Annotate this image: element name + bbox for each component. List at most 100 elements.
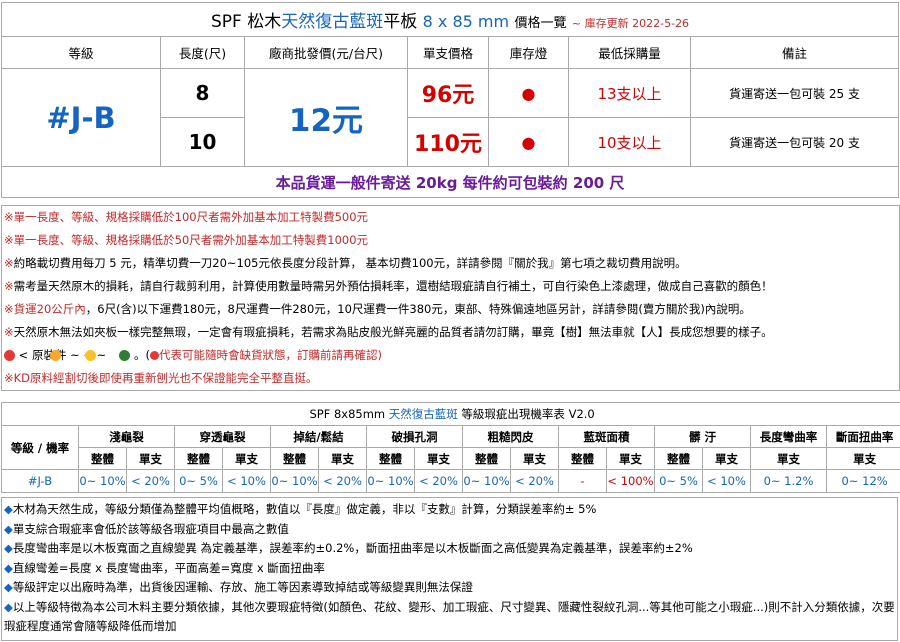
sub-single: 單支 xyxy=(825,447,900,470)
defect-cell: 0~ 5% xyxy=(174,469,223,493)
note-text: 單一長度、等級、規格採購低於100尺者需外加基本加工特製費500元 xyxy=(13,210,369,224)
note-mark: ※ xyxy=(4,279,14,293)
footer-note-text: 等級評定以出廠時為準，出貨後因運輸、存放、施工等因素導致掉結或等級變異則無法保證 xyxy=(12,580,473,594)
bullet-icon: ◆ xyxy=(4,541,13,555)
shipping-note: 本品貨運一般件寄送 20kg 每件約可包裝約 200 尺 xyxy=(0,166,900,198)
price-row-8: #J-B 8 12元 96元 ● 13支以上 貨運寄送一包可裝 25 支 xyxy=(1,68,900,167)
note-mark: ※ xyxy=(4,371,14,385)
note-text: 需考量天然原木的損耗，請自行裁剪利用，計算使用數量時需另外預估損耗率，還樹結瑕疵… xyxy=(13,279,773,293)
note-line: ※約略載切費用每刀 5 元，精準切費一刀20~105元依長度分段計算， 基本切費… xyxy=(2,252,899,275)
footer-note: ◆等級評定以出廠時為準，出貨後因運輸、存放、施工等因素導致掉結或等級變異則無法保… xyxy=(2,578,897,598)
sub-overall: 整體 xyxy=(654,447,703,470)
note-text: ，6尺(含)以下運費180元，8尺運費一件280元，10尺運費一件380元，東部… xyxy=(85,302,751,316)
note-line: ※天然原木無法如夾板一樣完整無瑕，一定會有瑕疵損耗，若需求為貼皮般光鮮亮麗的品質… xyxy=(2,321,899,344)
header-min-order: 最低採購量 xyxy=(568,36,691,69)
footer-note: ◆以上等級特徵為本公司木料主要分類依據，其他次要瑕疵特徵(如顏色、花紋、變形、加… xyxy=(2,598,897,637)
header-length: 長度(尺) xyxy=(160,36,245,69)
footer-note-text: 長度彎曲率是以木板寬面之直線變異 為定義基準，誤差率約±0.2%，斷面扭曲率是以… xyxy=(12,541,693,555)
footer-note-text: 木材為天然生成，等級分類僅為整體平均值概略，數值以『長度』做定義，非以『支數』計… xyxy=(12,502,597,516)
footer-note: ◆長度彎曲率是以木板寬面之直線變異 為定義基準，誤差率約±0.2%，斷面扭曲率是… xyxy=(2,539,897,559)
length-value: 8 xyxy=(160,68,245,118)
title-label: 價格一覽 xyxy=(514,16,567,31)
bullet-icon: ◆ xyxy=(4,599,13,614)
sub-single: 單支 xyxy=(606,447,655,470)
title-prefix: SPF 松木 xyxy=(211,12,282,32)
defect-subheader-row: 整體 單支 整體 單支 整體 單支 整體 單支 整體 單支 整體 單支 整體 單支 單支 單支 xyxy=(2,447,900,470)
legend-line: < 原裝件 ~ ~ ~ 。(代表可能隨時會缺貨狀態，訂購前請再確認) xyxy=(2,344,899,367)
defect-cell: < 100% xyxy=(606,469,655,493)
defect-cell: - xyxy=(558,469,607,493)
header-through-crack: 穿透龜裂 xyxy=(174,425,271,448)
sub-overall: 整體 xyxy=(462,447,511,470)
header-rough-grain: 粗糙閃皮 xyxy=(462,425,559,448)
bullet-icon: ◆ xyxy=(4,502,13,516)
header-dirt: 髒 汙 xyxy=(654,425,751,448)
header-grade: 等級 xyxy=(1,36,161,69)
price-table: SPF 松木天然復古藍斑平板 8 x 85 mm 價格一覽 ~ 庫存更新 202… xyxy=(0,2,900,198)
note-text: 天然原木無法如夾板一樣完整無瑕，一定會有瑕疵損耗，若需求為貼皮般光鮮亮麗的品質者… xyxy=(13,325,773,339)
note-line: ※需考量天然原木的損耗，請自行裁剪利用，計算使用數量時需另外預估損耗率，還樹結瑕… xyxy=(2,275,899,298)
header-light-crack: 淺龜裂 xyxy=(78,425,175,448)
sub-single: 單支 xyxy=(222,447,271,470)
red-dot-icon xyxy=(149,351,159,360)
legend-note-prefix: 。( xyxy=(133,348,150,362)
note-line: ※單一長度、等級、規格採購低於50尺者需外加基本加工特製費1000元 xyxy=(2,229,899,252)
defect-cell: < 20% xyxy=(318,469,367,493)
stock-indicator: ● xyxy=(488,117,569,167)
wholesale-price: 12元 xyxy=(244,68,408,167)
sub-overall: 整體 xyxy=(78,447,127,470)
note-mark: ※ xyxy=(4,325,14,339)
unit-price: 110元 xyxy=(407,117,489,167)
footer-note: ◆單支綜合瑕疵率會低於該等級各瑕疵項目中最高之數值 xyxy=(2,520,897,540)
note-line: ※貨運20公斤內，6尺(含)以下運費180元，8尺運費一件280元，10尺運費一… xyxy=(2,298,899,321)
footer-note-text: 直線彎差=長度 x 長度彎曲率，平面高差=寬度 x 斷面扭曲率 xyxy=(12,560,325,575)
header-blue-stain: 藍斑面積 xyxy=(558,425,655,448)
defect-grade: #J-B xyxy=(1,469,79,493)
defect-table-title: SPF 8x85mm 天然復古藍斑 等級瑕疵出現機率表 V2.0 xyxy=(0,402,900,426)
footer-note-text: 單支綜合瑕疵率會低於該等級各瑕疵項目中最高之數值 xyxy=(12,521,289,536)
sub-single: 單支 xyxy=(126,447,175,470)
note-mark: ※ xyxy=(4,233,14,247)
header-stock-light: 庫存燈 xyxy=(488,36,569,69)
footer-notes: ◆木材為天然生成，等級分類僅為整體平均值概略，數值以『長度』做定義，非以『支數』… xyxy=(1,497,898,641)
bullet-icon: ◆ xyxy=(4,580,13,594)
defect-title-suffix: 等級瑕疵出現機率表 V2.0 xyxy=(457,407,595,421)
sub-single: 單支 xyxy=(414,447,463,470)
defect-cell: < 10% xyxy=(702,469,751,493)
defect-cell: 0~ 10% xyxy=(78,469,127,493)
title-dims: 8 x 85 mm xyxy=(422,12,510,31)
header-wholesale: 廠商批發價(元/台尺) xyxy=(244,36,408,69)
sub-overall: 整體 xyxy=(366,447,415,470)
note-mark: ※ xyxy=(4,256,14,270)
min-order: 13支以上 xyxy=(568,68,691,118)
defect-header-row: 等級 / 機率 淺龜裂 穿透龜裂 掉結/鬆結 破損孔洞 粗糙閃皮 藍斑面積 髒 … xyxy=(1,425,900,470)
defect-rate-table: SPF 8x85mm 天然復古藍斑 等級瑕疵出現機率表 V2.0 等級 / 機率… xyxy=(0,402,900,493)
defect-cell: 0~ 10% xyxy=(462,469,511,493)
defect-cell: < 20% xyxy=(510,469,559,493)
price-list-page: SPF 松木天然復古藍斑 平板 8 x 85 mm 價格一覽 ~ 庫存更新 202… xyxy=(0,0,900,642)
kd-note-line: ※KD原料經割切後即使再重新刨光也不保證能完全平整直挺。 xyxy=(2,367,899,390)
bullet-icon: ◆ xyxy=(4,521,13,536)
header-remark: 備註 xyxy=(689,36,900,69)
title-product: 平板 xyxy=(383,12,418,32)
unit-price: 96元 xyxy=(407,68,489,118)
defect-cell: 0~ 12% xyxy=(825,469,900,493)
defect-title-prefix: SPF 8x85mm xyxy=(309,407,389,421)
grade-code: #J-B xyxy=(1,68,161,167)
min-order: 10支以上 xyxy=(568,117,691,167)
yellow-dot-icon xyxy=(84,350,96,361)
title-updated: ~ 庫存更新 2022-5-26 xyxy=(571,17,690,30)
defect-title-series: 天然復古藍斑 xyxy=(388,407,458,421)
green-dot-icon xyxy=(119,350,131,361)
defect-data-row: #J-B 0~ 10% < 20% 0~ 5% < 10% 0~ 10% < 2… xyxy=(1,469,900,493)
header-grade-rate: 等級 / 機率 xyxy=(1,425,79,470)
footer-note-text: 以上等級特徵為本公司木料主要分類依據，其他次要瑕疵特徵(如顏色、花紋、變形、加工… xyxy=(4,599,895,634)
defect-cell: < 20% xyxy=(414,469,463,493)
bullet-icon: ◆ xyxy=(4,560,13,575)
sub-single: 單支 xyxy=(510,447,559,470)
length-value: 10 xyxy=(160,117,245,167)
header-section-twist: 斷面扭曲率 xyxy=(825,425,900,448)
price-header-row: 等級 長度(尺) 廠商批發價(元/台尺) 單支價格 庫存燈 最低採購量 備註 xyxy=(1,36,900,69)
header-holes: 破損孔洞 xyxy=(366,425,463,448)
sub-single: 單支 xyxy=(702,447,751,470)
